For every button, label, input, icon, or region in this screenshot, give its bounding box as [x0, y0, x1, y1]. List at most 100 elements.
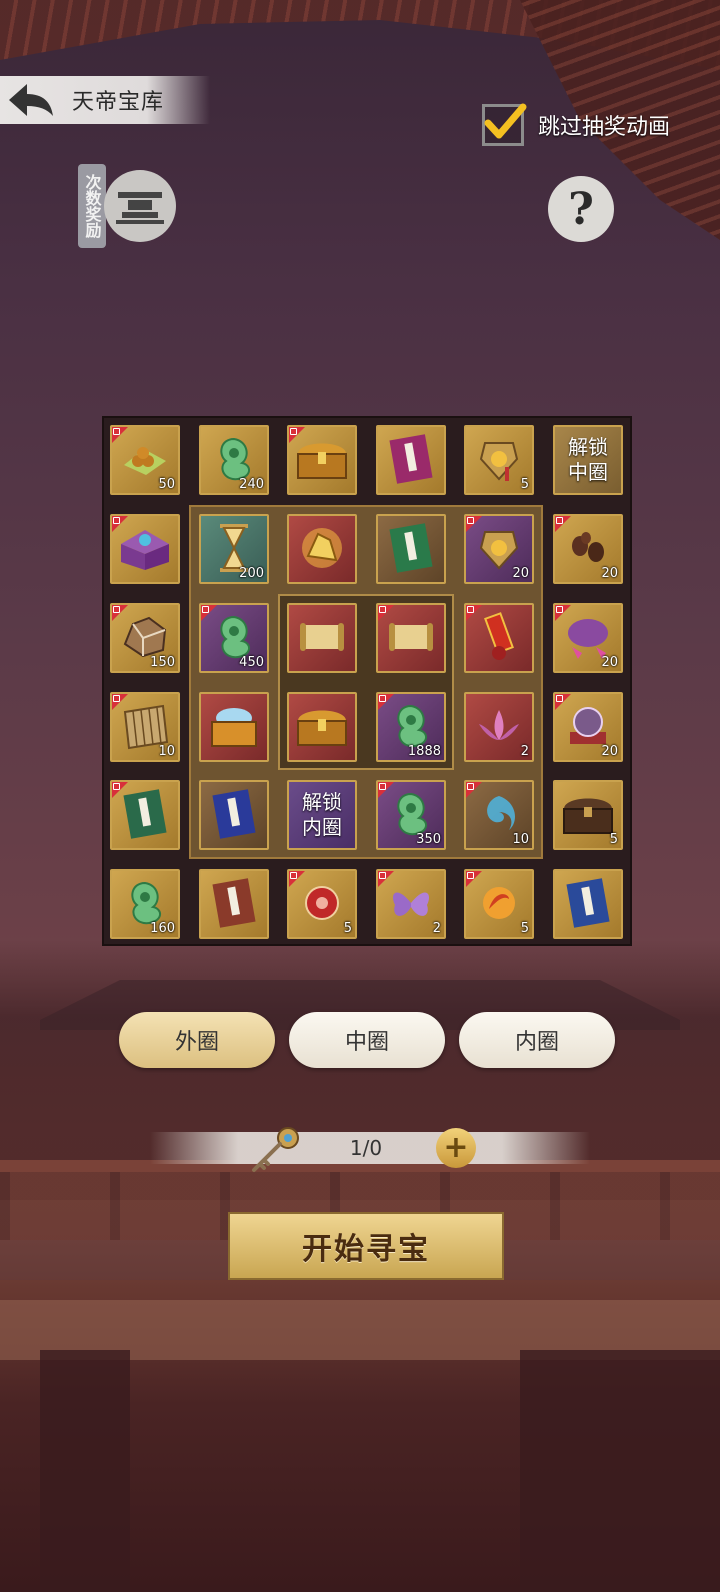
tab-middle-ring[interactable]: 中圈 [289, 1012, 445, 1068]
pillar-left [40, 1350, 130, 1592]
wooden-chest-icon [563, 798, 613, 834]
item-quantity: 5 [520, 477, 529, 492]
reward-cell-water-spirit[interactable]: 10 [464, 780, 534, 850]
reward-cell-golden-treasure[interactable] [287, 514, 357, 584]
reward-cell-jade[interactable]: 240 [199, 425, 269, 495]
reward-cell-butterfly[interactable]: 2 [376, 869, 446, 939]
item-quantity: 450 [239, 655, 264, 670]
skip-animation-toggle[interactable]: 跳过抽奖动画 [482, 103, 671, 146]
reward-cell-fire-orb[interactable]: 5 [464, 869, 534, 939]
reward-cell-book-green-middle[interactable] [376, 514, 446, 584]
item-quantity: 1888 [407, 744, 441, 759]
skill-book-icon [212, 788, 256, 839]
jade-ring-icon [220, 615, 250, 658]
item-quantity: 150 [150, 655, 175, 670]
reward-cell-treasure-chest-inner[interactable] [287, 692, 357, 762]
item-quantity: 2 [432, 921, 441, 936]
add-key-button[interactable]: + [436, 1128, 476, 1168]
reward-cell-glowing-chest[interactable] [199, 692, 269, 762]
reward-cell-token[interactable]: 5 [464, 425, 534, 495]
reward-cell-book-blue[interactable] [553, 869, 623, 939]
reward-cell-lotus[interactable]: 2 [464, 692, 534, 762]
start-treasure-hunt-button[interactable]: 开始寻宝 [228, 1212, 504, 1280]
back-button[interactable] [0, 76, 60, 124]
reward-cell-flower-pouch[interactable]: 20 [553, 603, 623, 673]
reward-cell-red-seal[interactable]: 5 [287, 869, 357, 939]
pillar-right [520, 1350, 720, 1592]
key-icon [252, 1127, 299, 1172]
skill-book-icon [123, 788, 167, 839]
flower-pouch-icon [568, 618, 608, 659]
reward-cell-bamboo-scroll[interactable]: 10 [110, 692, 180, 762]
item-quantity: 5 [520, 921, 529, 936]
ore-rock-icon [123, 616, 167, 657]
reward-cell-book-red[interactable] [199, 869, 269, 939]
reward-cell-beans[interactable]: 20 [553, 514, 623, 584]
glowing-chest-icon [211, 707, 257, 747]
item-quantity: 5 [343, 921, 352, 936]
skip-animation-checkbox[interactable] [482, 103, 527, 146]
water-spirit-icon [487, 795, 515, 830]
reward-cell-jade-450[interactable]: 450 [199, 603, 269, 673]
reward-cell-ore[interactable]: 150 [110, 603, 180, 673]
reward-cell-wood-chest[interactable]: 5 [553, 780, 623, 850]
item-quantity: 350 [416, 832, 441, 847]
purple-chest-icon [121, 529, 169, 570]
reward-cell-purple-chest[interactable] [110, 514, 180, 584]
golden-treasure-icon [302, 527, 342, 568]
skip-animation-label: 跳过抽奖动画 [538, 115, 671, 140]
tab-outer-ring[interactable]: 外圈 [119, 1012, 275, 1068]
jade-ring-icon [131, 881, 161, 924]
scroll-icon [300, 622, 344, 651]
jade-ring-icon [397, 704, 427, 747]
bamboo-scroll-icon [123, 704, 169, 749]
count-reward-icon [104, 170, 176, 242]
reward-cell-token-purple[interactable]: 20 [464, 514, 534, 584]
key-count: 1/0 [349, 1136, 383, 1160]
crystal-orb-icon [570, 706, 606, 744]
unlock-middle-ring-cell[interactable]: 解锁 中圈 [553, 425, 623, 495]
tab-inner-ring[interactable]: 内圈 [459, 1012, 615, 1068]
reward-cell-hourglass[interactable]: 200 [199, 514, 269, 584]
reward-cell-book-green[interactable] [110, 780, 180, 850]
unlock-inner-label: 解锁 内圈 [302, 790, 342, 839]
page-title: 天帝宝库 [72, 90, 165, 115]
reward-cell-red-amulet[interactable] [464, 603, 534, 673]
jade-ring-icon [220, 437, 250, 480]
skill-book-icon [389, 522, 433, 573]
item-quantity: 200 [239, 566, 264, 581]
help-button[interactable]: ? [548, 176, 614, 242]
reward-cell-jade[interactable]: 160 [110, 869, 180, 939]
reward-cell-orb[interactable]: 20 [553, 692, 623, 762]
token-pendant-icon [479, 441, 519, 481]
item-quantity: 20 [601, 566, 618, 581]
reward-cell-jade-middle[interactable]: 350 [376, 780, 446, 850]
item-quantity: 10 [158, 744, 175, 759]
skill-book-icon [389, 433, 433, 484]
reward-cell-seeds[interactable]: 50 [110, 425, 180, 495]
jade-ring-icon [397, 792, 427, 835]
beans-icon [572, 531, 604, 562]
header-bar: 天帝宝库 [0, 76, 210, 124]
item-quantity: 20 [601, 655, 618, 670]
seeds-pouch-icon [124, 446, 166, 475]
red-amulet-icon [484, 611, 514, 660]
scroll-icon [389, 622, 433, 651]
reward-cell-scroll-2[interactable] [376, 603, 446, 673]
reward-cell-book-blue-middle[interactable] [199, 780, 269, 850]
item-quantity: 20 [512, 566, 529, 581]
reward-cell-jade-1888[interactable]: 1888 [376, 692, 446, 762]
item-quantity: 50 [158, 477, 175, 492]
unlock-inner-ring-cell[interactable]: 解锁 内圈 [287, 780, 357, 850]
checkmark-icon [484, 103, 527, 139]
item-quantity: 160 [150, 921, 175, 936]
skill-book-icon [566, 877, 610, 928]
treasure-chest-icon [297, 710, 347, 746]
treasure-chest-icon [297, 443, 347, 479]
reward-cell-scroll-1[interactable] [287, 603, 357, 673]
reward-cell-treasure-chest[interactable] [287, 425, 357, 495]
lotus-icon [479, 709, 519, 740]
item-quantity: 5 [609, 832, 618, 847]
item-quantity: 20 [601, 744, 618, 759]
reward-cell-book-purple[interactable] [376, 425, 446, 495]
